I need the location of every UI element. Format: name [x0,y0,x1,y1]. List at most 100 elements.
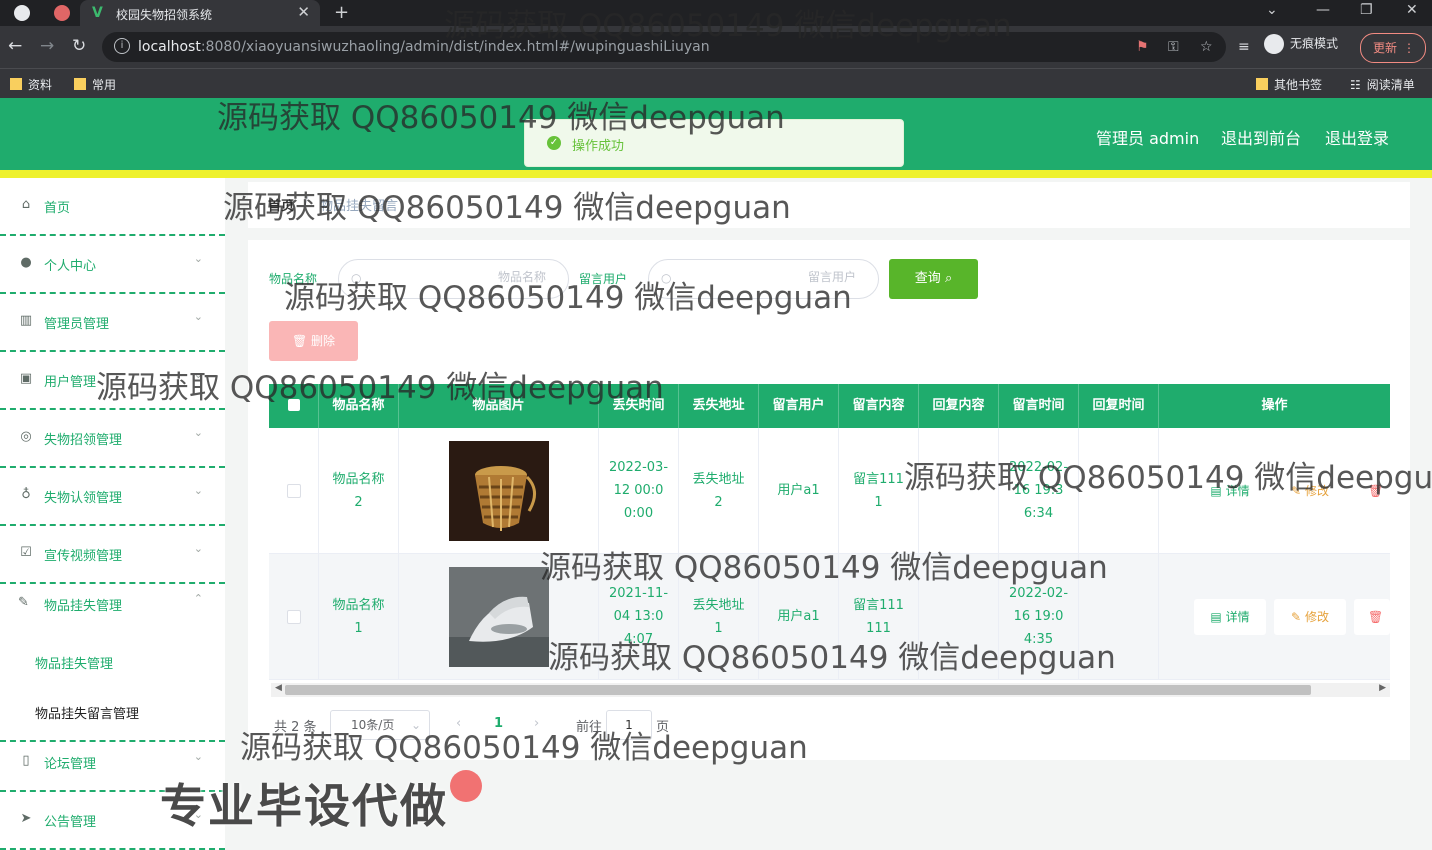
table-horizontal-scrollbar[interactable]: ◀ ▶ [271,683,1390,697]
scrollbar-thumb[interactable] [285,685,1311,695]
other-bookmarks[interactable]: 其他书签 [1256,76,1322,93]
watermark-text: 源码获取 QQ86050149 微信deepguan [284,280,852,316]
search-icon: ⌕ [944,271,953,286]
col-header: 回复内容 [919,384,999,428]
edit-button[interactable]: ✎ 修改 [1274,599,1346,635]
window-close-icon[interactable]: ✕ [1406,2,1418,18]
sidebar-item-label: 个人中心 [44,259,97,274]
sidebar-item-videos[interactable]: ☑ 宣传视频管理 ⌄ [0,526,225,584]
row-delete-button[interactable]: 🗑删 [1354,599,1390,635]
detail-button[interactable]: ▤ 详情 [1194,599,1266,635]
sidebar: ⌂ 首页 ● 个人中心 ⌄ ▥ 管理员管理 ⌄ ▣ 用户管理 ⌄ ◎ 失物招领管理 ⌄ ♁ 失物认领… [0,178,225,850]
sidebar-item-label: 管理员管理 [44,317,110,332]
home-icon: ⌂ [21,197,31,212]
scroll-right-icon[interactable]: ▶ [1379,683,1386,693]
sidebar-subitem-lost-report[interactable]: 物品挂失管理 [0,636,225,686]
incognito-badge[interactable]: 无痕模式 [1264,34,1338,54]
key-icon[interactable]: ⚿ [1168,39,1179,55]
user-icon: ● [20,255,32,270]
pinned-tab-red-icon[interactable] [54,5,70,21]
query-button[interactable]: 查询 ⌕ [889,259,978,299]
admin-label: 管理员 admin [1096,129,1200,148]
sidebar-group-lost-report: ✎ 物品挂失管理 ⌃ 物品挂失管理 物品挂失留言管理 [0,584,225,742]
sidebar-item-lost-report[interactable]: ✎ 物品挂失管理 ⌃ [0,584,225,630]
reload-icon[interactable]: ↻ [72,36,86,56]
back-to-front-link[interactable]: 退出到前台 [1221,125,1301,149]
books-icon: ▥ [19,313,33,328]
logout-link[interactable]: 退出登录 [1325,125,1389,149]
batch-delete-button[interactable]: 🗑 删除 [269,321,358,361]
cell-address: 丢失地址2 [679,428,759,553]
success-check-icon: ✓ [547,136,561,150]
toast-message: 操作成功 [572,139,625,154]
sidebar-item-label: 公告管理 [44,815,97,830]
sidebar-item-label: 物品挂失管理 [44,599,123,614]
col-header: 操作 [1261,398,1288,413]
update-button[interactable]: 更新 ⋮ [1360,33,1426,63]
sidebar-item-label: 论坛管理 [44,757,97,772]
new-tab-button[interactable]: + [334,2,349,23]
sidebar-item-home[interactable]: ⌂ 首页 [0,178,225,236]
target-icon: ◎ [20,429,32,444]
sidebar-item-claims[interactable]: ♁ 失物认领管理 ⌄ [0,468,225,526]
watermark-text: 源码获取 QQ86050149 微信deepguan [904,460,1432,496]
cell-name: 物品名称2 [319,428,399,553]
bookmark-folder[interactable]: 常用 [74,76,116,93]
sidebar-subitem-label: 物品挂失管理 [35,657,114,672]
menu-dots-icon: ⋮ [1403,41,1415,55]
back-icon[interactable]: ← [8,36,22,56]
vue-logo-icon: V [92,5,103,21]
sidebar-item-admins[interactable]: ▥ 管理员管理 ⌄ [0,294,225,352]
row-checkbox[interactable] [286,609,301,624]
tab-close-icon[interactable]: ✕ [297,3,310,21]
tab-search-icon[interactable]: ⌄ [1266,2,1278,18]
reading-list-icon: ☷ [1350,78,1361,92]
clipboard-icon: ▣ [19,371,33,386]
pinned-tab-icon[interactable] [14,5,30,21]
reading-list[interactable]: ☷ 阅读清单 [1350,76,1415,93]
folder-icon [1256,78,1268,90]
watermark-text: 源码获取 QQ86050149 微信deepguan [96,370,664,406]
site-info-icon[interactable]: i [114,38,130,54]
item-photo-basket[interactable] [448,440,549,541]
minimize-icon[interactable]: — [1316,2,1330,18]
send-icon: ➤ [20,811,32,826]
sidebar-item-label: 首页 [44,201,71,216]
row-checkbox[interactable] [286,483,301,498]
chevron-down-icon: ⌄ [193,252,203,265]
media-icon[interactable]: ≡ [1238,39,1250,55]
incognito-icon [1264,34,1284,54]
item-photo-iron[interactable] [448,566,549,667]
bookmark-star-icon[interactable]: ☆ [1200,39,1213,55]
col-header: 丢失地址 [679,384,759,428]
sidebar-item-label: 失物认领管理 [44,491,123,506]
bookmark-folder[interactable]: 资料 [10,76,52,93]
scroll-left-icon[interactable]: ◀ [275,683,282,693]
cell-lost-time: 2022-03-12 00:00:00 [599,428,679,553]
cell-user: 用户a1 [759,428,839,553]
col-header: 留言用户 [759,384,839,428]
trash-icon: 🗑 [1368,610,1384,624]
folder-icon [10,78,22,90]
trash-icon: 🗑 [291,334,308,348]
mic-icon: ♁ [21,487,31,502]
watermark-text: 源码获取 QQ86050149 微信deepguan [217,100,785,136]
header-accent-bar [0,170,1432,178]
check-clipboard-icon: ☑ [20,545,32,560]
watermark-text: 源码获取 QQ86050149 微信deepguan [240,730,808,766]
pencil-icon: ✎ [1291,610,1302,624]
sidebar-item-lost-found[interactable]: ◎ 失物招领管理 ⌄ [0,410,225,468]
sidebar-subitem-lost-messages[interactable]: 物品挂失留言管理 [0,686,225,736]
col-header: 回复时间 [1079,384,1159,428]
active-tab[interactable]: V 校园失物招领系统 ✕ [80,0,320,26]
sidebar-item-profile[interactable]: ● 个人中心 ⌄ [0,236,225,294]
watermark-text: 源码获取 QQ86050149 微信deepguan [223,190,791,226]
sidebar-item-label: 用户管理 [44,375,97,390]
watermark-text: 源码获取 QQ86050149 微信deepguan [444,8,1012,44]
cell-name: 物品名称1 [319,554,399,679]
maximize-icon[interactable]: ❐ [1360,2,1373,18]
forward-icon[interactable]: → [40,36,54,56]
folder-icon [74,78,86,90]
phone-icon: ▯ [22,753,30,768]
blocked-icon[interactable]: ⚑ [1136,39,1149,55]
